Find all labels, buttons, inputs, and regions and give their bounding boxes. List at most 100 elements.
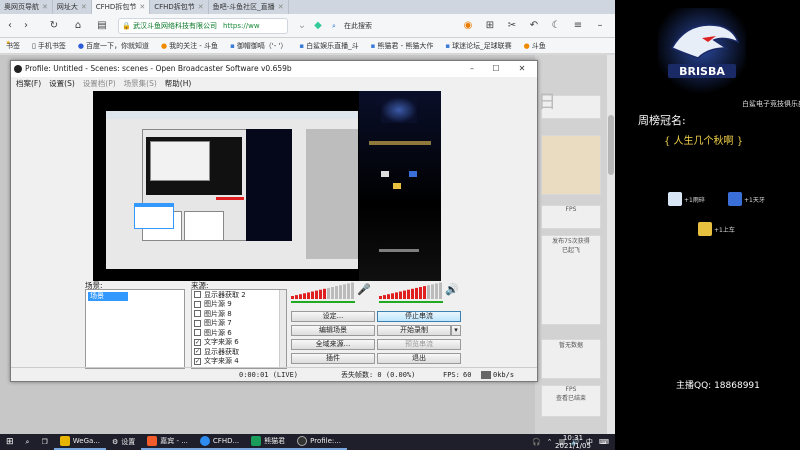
source-item[interactable]: 图片源 7 xyxy=(192,319,286,329)
bookmark-item[interactable]: ● 斗鱼 xyxy=(518,41,552,51)
menu-scene-collection[interactable]: 场景集(S) xyxy=(122,77,159,91)
close-icon[interactable]: ✕ xyxy=(278,3,284,11)
back-icon[interactable]: ‹ xyxy=(4,20,16,32)
taskbar-item[interactable]: ⚙ 设置 xyxy=(106,434,141,450)
sidebar-card[interactable]: FPS xyxy=(541,205,601,229)
bookmark-item[interactable]: ● 我的关注 - 斗鱼 xyxy=(155,41,224,51)
source-item[interactable]: 图片源 6 xyxy=(192,328,286,338)
grid-icon[interactable]: ⊞ xyxy=(484,20,496,32)
global-sources-button[interactable]: 全域来源... xyxy=(291,339,375,350)
url-bar[interactable]: 🔒 武汉斗鱼网络科技有限公司 https://ww xyxy=(118,18,288,34)
bookmark-item[interactable]: ▪ 球迷论坛_足球联赛 xyxy=(439,41,517,51)
mic-volume-slider[interactable] xyxy=(291,301,355,303)
bookmark-item[interactable]: ▯ 手机书签 xyxy=(26,41,72,51)
sidebar-card[interactable]: FPS 查看已结束 xyxy=(541,385,601,417)
meter-bar xyxy=(351,282,354,299)
forward-icon[interactable]: › xyxy=(20,20,32,32)
source-list-scrollbar[interactable] xyxy=(279,290,286,368)
taskbar-item[interactable]: ⌕ xyxy=(20,434,36,450)
close-icon[interactable]: ✕ xyxy=(198,3,204,11)
extension-icon[interactable]: ◆ xyxy=(312,20,324,32)
browser-tab-2[interactable]: CFHD拆包节 ✕ xyxy=(91,0,151,14)
desktop-volume-slider[interactable] xyxy=(379,301,443,303)
obs-titlebar[interactable]: Profile: Untitled - Scenes: scenes - Ope… xyxy=(11,61,537,77)
source-item[interactable]: ✓ 显示器获取 xyxy=(192,347,286,357)
minimize-button[interactable]: – xyxy=(461,61,483,77)
menu-profile[interactable]: 设置档(P) xyxy=(81,77,118,91)
source-item[interactable]: 显示器获取 2 xyxy=(192,290,286,300)
close-icon[interactable]: ✕ xyxy=(42,3,48,11)
menu-help[interactable]: 帮助(H) xyxy=(163,77,194,91)
search-input[interactable]: ⌕ 在此搜索 xyxy=(330,18,450,34)
taskbar-item[interactable]: Profile:... xyxy=(291,434,347,450)
undo-icon[interactable]: ↶ xyxy=(528,20,540,32)
game-icon[interactable]: ◉ xyxy=(462,20,474,32)
close-icon[interactable]: ✕ xyxy=(139,3,145,11)
source-checkbox[interactable] xyxy=(194,319,201,327)
source-item[interactable]: 图片源 9 xyxy=(192,300,286,310)
taskbar-item[interactable]: 熊猫君 xyxy=(245,434,292,450)
bookmark-item[interactable]: ▪ 御帽御嗝（'- '） xyxy=(224,41,293,51)
source-checkbox[interactable] xyxy=(194,300,201,308)
bookmark-item[interactable]: ▪ 白鲨娱乐直播_斗 xyxy=(293,41,364,51)
stop-stream-button[interactable]: 停止串流 xyxy=(377,311,461,322)
scene-list[interactable]: 场景 xyxy=(85,289,185,369)
sidebar-card[interactable]: 暂无数据 xyxy=(541,339,601,379)
taskbar-item[interactable]: 嘉宾 - ... xyxy=(141,434,194,450)
start-button[interactable]: ⊞ xyxy=(0,434,20,450)
record-options-button[interactable]: ▾ xyxy=(451,325,461,336)
browser-tab-3[interactable]: CFHD拆包节 ✕ xyxy=(150,0,209,14)
settings-button[interactable]: 设定... xyxy=(291,311,375,322)
source-item[interactable]: 图片源 8 xyxy=(192,309,286,319)
bookmark-item[interactable]: ★ 书签 xyxy=(0,38,26,51)
source-item[interactable]: ✓ 文字来源 6 xyxy=(192,338,286,348)
browser-tab-0[interactable]: 奥网页导航 ✕ xyxy=(0,0,53,14)
start-record-button[interactable]: 开始录制 xyxy=(377,325,451,336)
taskbar-item[interactable]: CFHD... xyxy=(193,434,246,450)
source-checkbox[interactable] xyxy=(194,291,201,299)
menu-settings[interactable]: 设置(S) xyxy=(47,77,77,91)
moon-icon[interactable]: ☾ xyxy=(550,20,562,32)
browser-tab-1[interactable]: 网址大 ✕ xyxy=(53,0,92,14)
scroll-thumb[interactable] xyxy=(608,115,614,175)
home-icon[interactable]: ⌂ xyxy=(72,20,84,32)
reload-icon[interactable]: ↻ xyxy=(48,20,60,32)
scene-item[interactable]: 场景 xyxy=(88,292,128,301)
microphone-icon[interactable]: 🎤 xyxy=(357,283,371,296)
menu-icon[interactable]: ≡ xyxy=(572,20,584,32)
source-checkbox[interactable] xyxy=(194,310,201,318)
taskbar-item[interactable]: WeGa... xyxy=(53,434,106,450)
close-button[interactable]: ✕ xyxy=(511,61,533,77)
maximize-button[interactable]: ☐ xyxy=(485,61,507,77)
taskbar-item[interactable]: ❐ xyxy=(35,434,53,450)
menu-file[interactable]: 档案(F) xyxy=(14,77,43,91)
sidebar-card[interactable]: 发布75次获得 已起飞 xyxy=(541,235,601,325)
source-checkbox[interactable]: ✓ xyxy=(194,357,201,365)
taskbar-clock[interactable]: 10:31 2021/1/05 xyxy=(548,434,598,450)
source-checkbox[interactable] xyxy=(194,329,201,337)
sidebar-card[interactable] xyxy=(541,135,601,195)
reader-icon[interactable]: ▤ xyxy=(96,20,108,32)
chevron-down-icon[interactable]: ⌄ xyxy=(296,20,308,32)
edit-scene-button[interactable]: 编辑场景 xyxy=(291,325,375,336)
browser-tab-4[interactable]: 鱼吧-斗鱼社区_直播 ✕ xyxy=(209,0,289,14)
exit-button[interactable]: 退出 xyxy=(377,353,461,364)
source-checkbox[interactable]: ✓ xyxy=(194,338,201,346)
source-list[interactable]: 显示器获取 2 图片源 9 图片源 8 图片源 7 图片源 6 ✓ 文字来源 6 … xyxy=(191,289,287,369)
minimize-icon[interactable]: – xyxy=(594,20,606,32)
page-scrollbar[interactable] xyxy=(607,55,615,440)
qq-label: 主播QQ: xyxy=(676,381,712,391)
bookmark-item[interactable]: ▪ 熊猫君 - 熊猫大作 xyxy=(365,41,440,51)
plugins-button[interactable]: 插件 xyxy=(291,353,375,364)
meter-bar xyxy=(295,295,298,299)
source-checkbox[interactable]: ✓ xyxy=(194,348,201,356)
preview-stream-button[interactable]: 预览串流 xyxy=(377,339,461,350)
speaker-icon[interactable]: 🔊 xyxy=(445,283,459,296)
notification-icon[interactable]: ▭ xyxy=(600,438,610,446)
headset-icon[interactable]: 🎧 xyxy=(532,438,541,446)
bookmark-item[interactable]: ● 百度一下，你就知道 xyxy=(72,41,155,51)
desktop-level-meter xyxy=(379,282,442,299)
scissors-icon[interactable]: ✂ xyxy=(506,20,518,32)
source-item[interactable]: ✓ 文字来源 4 xyxy=(192,357,286,367)
close-icon[interactable]: ✕ xyxy=(81,3,87,11)
